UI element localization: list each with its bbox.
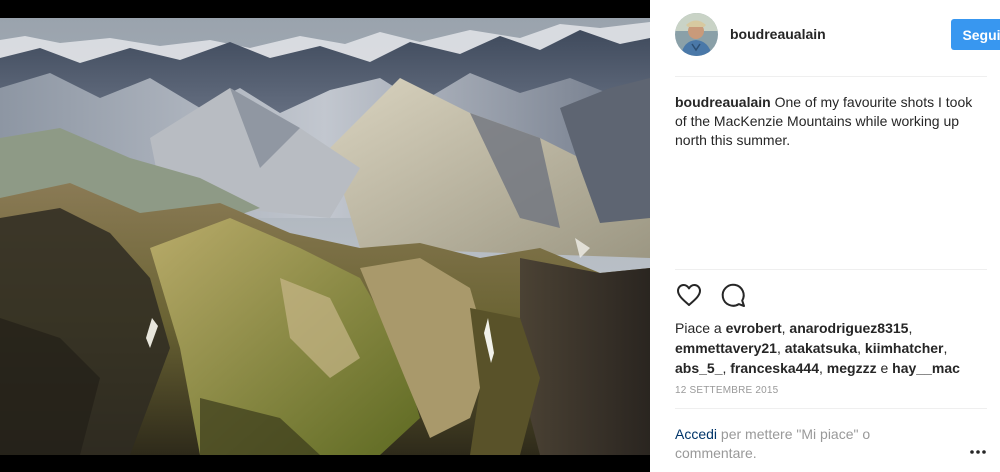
login-link[interactable]: Accedi [675,426,717,442]
avatar[interactable] [675,13,718,56]
liker-username[interactable]: abs_5_ [675,360,722,376]
post-header: boudreaualain Segui [675,12,1000,58]
liker-username[interactable]: emmettavery21 [675,340,777,356]
post-actions [675,281,875,309]
likes-summary: Piace a evrobert, anarodriguez8315, emme… [675,320,960,376]
liker-username[interactable]: megzzz [827,360,877,376]
heart-icon[interactable] [675,281,703,309]
likes-conjunction: e [880,360,889,376]
likes-prefix: Piace a [675,320,722,336]
caption-username[interactable]: boudreaualain [675,94,771,110]
footer-divider [675,408,987,409]
liker-username[interactable]: atakatsuka [785,340,857,356]
comment-icon[interactable] [719,281,747,309]
liker-username[interactable]: kiimhatcher [865,340,944,356]
follow-button[interactable]: Segui [951,19,1000,50]
post-date[interactable]: 12 SETTEMBRE 2015 [675,385,778,396]
liker-username[interactable]: evrobert [726,320,782,336]
more-options-icon[interactable] [968,440,988,456]
liker-username[interactable]: hay__mac [892,360,960,376]
media-panel [0,0,650,472]
post-sidebar: boudreaualain Segui boudreaualain One of… [650,0,1000,472]
liker-username[interactable]: franceska444 [730,360,819,376]
mountain-photo[interactable] [0,18,650,455]
post-caption: boudreaualain One of my favourite shots … [675,93,975,150]
liker-username[interactable]: anarodriguez8315 [789,320,908,336]
caption-divider [675,269,987,270]
instagram-post: boudreaualain Segui boudreaualain One of… [0,0,1000,472]
login-prompt: Accedi per mettere "Mi piace" o commenta… [675,425,925,463]
header-divider [675,76,987,77]
post-author-username[interactable]: boudreaualain [730,26,826,42]
